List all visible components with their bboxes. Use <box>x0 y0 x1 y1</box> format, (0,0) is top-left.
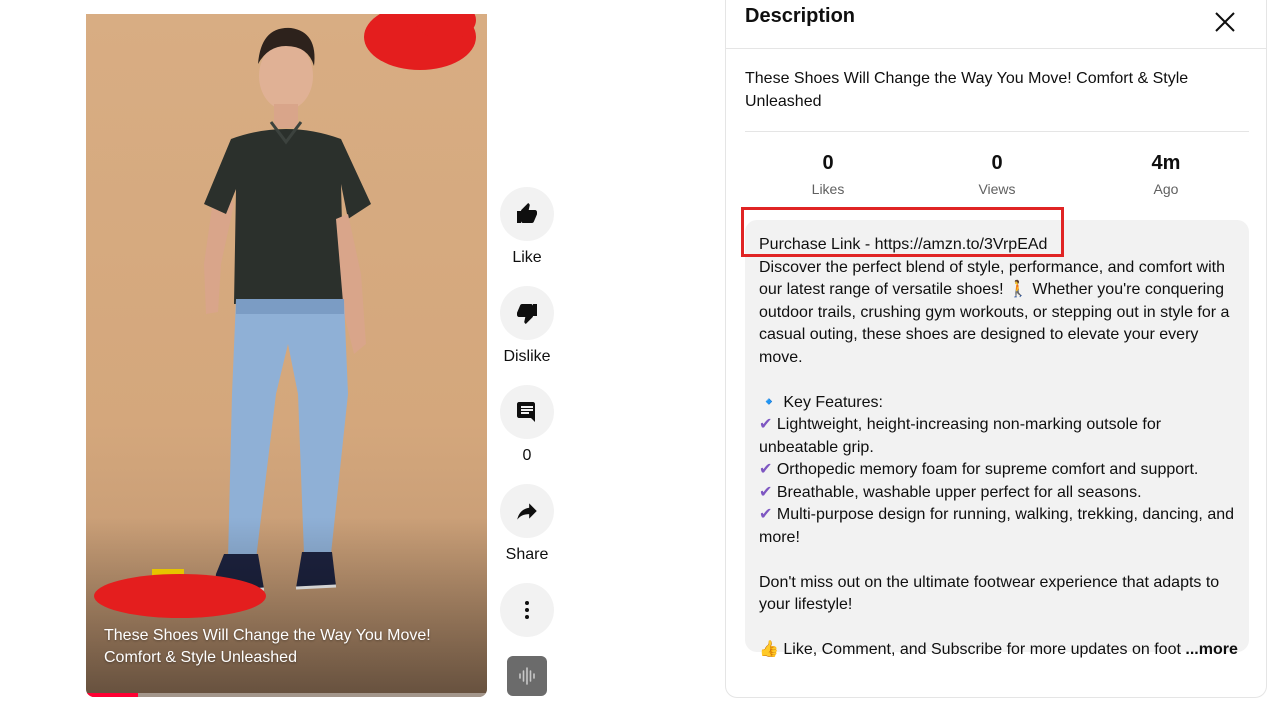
views-count: 0 <box>991 152 1003 174</box>
video-description-title: These Shoes Will Change the Way You Move… <box>745 70 1189 110</box>
comment-icon <box>517 402 535 422</box>
shorts-video-player[interactable]: These Shoes Will Change the Way You Move… <box>86 14 487 697</box>
divider <box>745 131 1249 132</box>
likes-count: 0 <box>822 152 834 174</box>
sound-button[interactable] <box>507 656 547 696</box>
close-button[interactable] <box>1210 7 1240 37</box>
description-intro: Discover the perfect blend of style, per… <box>759 258 1230 366</box>
likes-stat: 0 Likes <box>768 151 888 197</box>
share-button[interactable]: Share <box>500 484 554 564</box>
video-progress-fill <box>86 693 139 697</box>
thumbs-up-icon <box>517 203 537 223</box>
video-progress-bar[interactable] <box>86 693 487 697</box>
share-button-circle[interactable] <box>500 484 554 538</box>
feature-item: ✔ Orthopedic memory foam for supreme com… <box>759 461 1199 478</box>
description-cta: 👍 Like, Comment, and Subscribe for more … <box>759 641 1238 658</box>
upload-age: 4m <box>1151 152 1181 174</box>
features-heading: 🔹 Key Features: <box>759 393 883 411</box>
more-actions-button[interactable] <box>500 583 554 637</box>
views-caption: Views <box>978 181 1016 197</box>
like-button-circle[interactable] <box>500 187 554 241</box>
dislike-button-circle[interactable] <box>500 286 554 340</box>
feature-item: ✔ Multi-purpose design for running, walk… <box>759 506 1235 546</box>
like-label: Like <box>512 249 542 266</box>
feature-item: ✔ Breathable, washable upper perfect for… <box>759 483 1142 501</box>
description-panel: Description These Shoes Will Change the … <box>725 0 1267 698</box>
video-title-overlay[interactable]: These Shoes Will Change the Way You Move… <box>104 625 464 669</box>
comments-count: 0 <box>522 447 532 464</box>
description-heading: Description <box>745 5 856 27</box>
description-header: Description <box>726 0 1266 49</box>
checkmark-icon: ✔ <box>759 461 773 478</box>
comments-button[interactable]: 0 <box>500 385 554 465</box>
checkmark-icon: ✔ <box>759 483 773 501</box>
likes-caption: Likes <box>811 181 845 197</box>
thumbs-down-icon <box>517 304 537 324</box>
audio-waveform-icon <box>519 667 535 685</box>
like-button[interactable]: Like <box>500 187 554 267</box>
dislike-label: Dislike <box>503 348 551 365</box>
share-label: Share <box>505 546 549 563</box>
checkmark-icon: ✔ <box>759 506 773 523</box>
feature-item: ✔ Lightweight, height-increasing non-mar… <box>759 416 1162 456</box>
comments-button-circle[interactable] <box>500 385 554 439</box>
more-vertical-icon <box>525 601 529 619</box>
checkmark-icon: ✔ <box>759 416 773 433</box>
age-stat: 4m Ago <box>1106 151 1226 197</box>
views-stat: 0 Views <box>937 151 1057 197</box>
description-text: Purchase Link - https://amzn.to/3VrpEAd … <box>759 234 1239 662</box>
purchase-link-highlight <box>741 207 1064 257</box>
redaction-mark <box>94 574 266 618</box>
description-closing: Don't miss out on the ultimate footwear … <box>759 573 1220 614</box>
show-more-link[interactable]: ...more <box>1185 641 1237 658</box>
dislike-button[interactable]: Dislike <box>500 286 554 366</box>
share-arrow-icon <box>517 503 537 520</box>
more-actions-circle[interactable] <box>500 583 554 637</box>
age-caption: Ago <box>1153 181 1179 197</box>
close-icon <box>1215 12 1235 32</box>
description-body: Purchase Link - https://amzn.to/3VrpEAd … <box>745 220 1249 658</box>
